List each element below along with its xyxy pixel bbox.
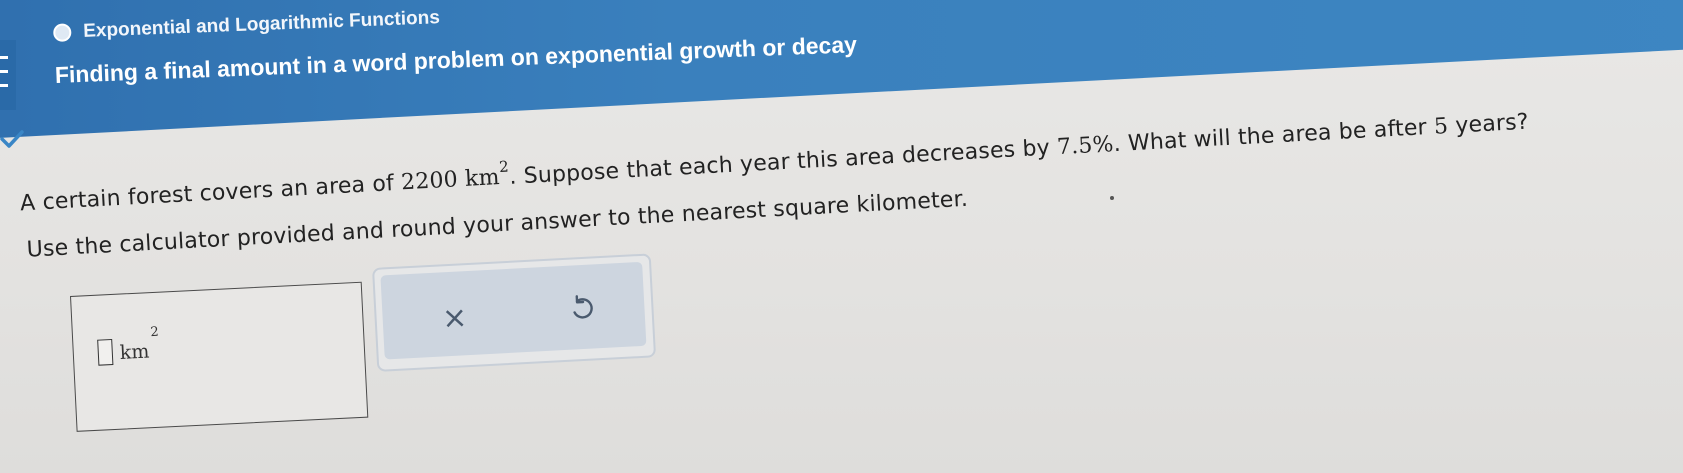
answer-unit: km2	[119, 324, 160, 364]
answer-control-panel: ×	[372, 253, 657, 372]
answer-input[interactable]	[97, 338, 114, 366]
undo-button[interactable]	[561, 288, 603, 330]
answer-box: km2	[70, 281, 369, 432]
close-icon: ×	[441, 299, 469, 336]
statement-part-2: . Suppose that each year this area decre…	[508, 135, 1058, 190]
control-panel-inner: ×	[380, 261, 647, 360]
years-value: 5	[1433, 114, 1449, 140]
statement-part-4: years?	[1447, 109, 1530, 139]
area-value: 2200 km2	[400, 157, 510, 196]
screen-speck	[1110, 196, 1114, 200]
undo-icon	[573, 295, 593, 319]
page: Exponential and Logarithmic Functions Fi…	[0, 0, 1683, 473]
clear-button[interactable]: ×	[434, 297, 476, 339]
statement-part-3: . What will the area be after	[1112, 114, 1435, 158]
rate-value: 7.5%	[1056, 132, 1115, 161]
statement-part-1: A certain forest covers an area of	[19, 170, 402, 217]
